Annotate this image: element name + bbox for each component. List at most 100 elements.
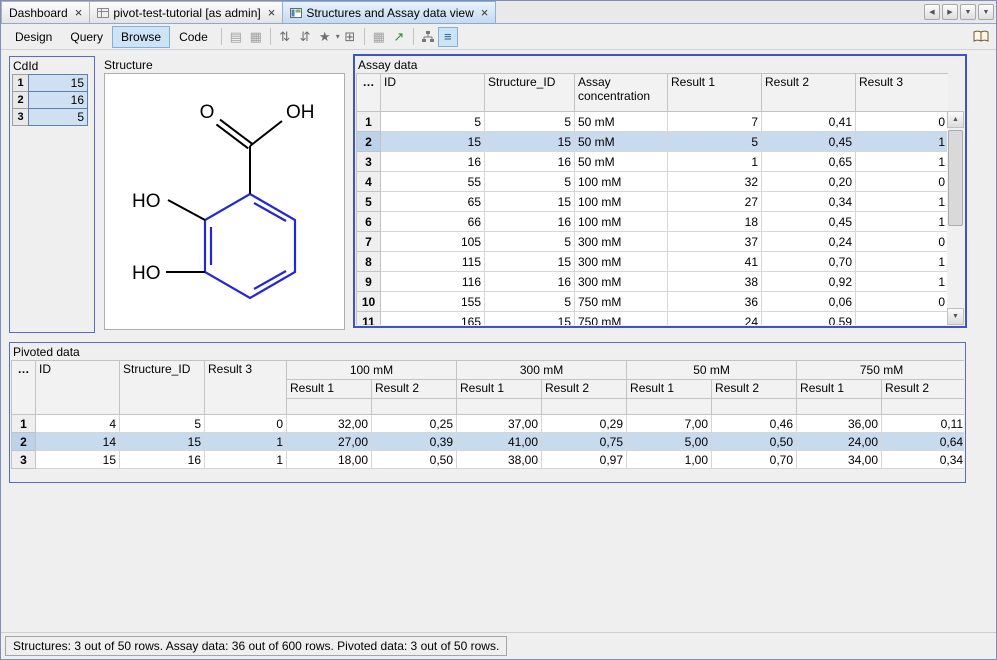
- assay-cell[interactable]: 1: [856, 252, 949, 272]
- assay-cell[interactable]: 0,92: [762, 272, 856, 292]
- assay-row[interactable]: 15550 mM70,410: [357, 112, 949, 132]
- pivot-cell[interactable]: 7,00: [627, 415, 712, 433]
- assay-cell[interactable]: 24: [668, 312, 762, 326]
- tab-structures-assay-data-view[interactable]: Structures and Assay data view ×: [282, 1, 496, 23]
- cdid-row[interactable]: 115: [12, 74, 94, 92]
- assay-cell[interactable]: 116: [381, 272, 485, 292]
- assay-row[interactable]: 1116515750 mM240,59: [357, 312, 949, 326]
- pivot-row-header[interactable]: 3: [12, 451, 36, 469]
- list-view-icon[interactable]: ≡: [438, 27, 458, 47]
- pivot-cell[interactable]: 24,00: [797, 433, 882, 451]
- pivot-cell[interactable]: 41,00: [457, 433, 542, 451]
- pivot-cell[interactable]: 16: [120, 451, 205, 469]
- assay-cell[interactable]: 37: [668, 232, 762, 252]
- pivot-cell[interactable]: 15: [120, 433, 205, 451]
- pivot-cell[interactable]: 0,70: [712, 451, 797, 469]
- pivot-cell[interactable]: 0: [205, 415, 287, 433]
- assay-cell[interactable]: 1: [856, 132, 949, 152]
- pivot-cell[interactable]: 1: [205, 433, 287, 451]
- pivot-column-header[interactable]: Result 3: [205, 361, 287, 415]
- sort-ascending-icon[interactable]: ⇅: [275, 27, 295, 47]
- help-book-icon[interactable]: [971, 27, 991, 47]
- assay-cell[interactable]: 65: [381, 192, 485, 212]
- pivot-cell[interactable]: 0,25: [372, 415, 457, 433]
- pivot-cell[interactable]: 0,29: [542, 415, 627, 433]
- assay-row-header[interactable]: 7: [357, 232, 381, 252]
- pivot-cell[interactable]: 32,00: [287, 415, 372, 433]
- assay-row-header[interactable]: 8: [357, 252, 381, 272]
- assay-corner-button[interactable]: …: [357, 74, 381, 112]
- assay-cell[interactable]: 0,45: [762, 212, 856, 232]
- pivot-column-header[interactable]: ID: [36, 361, 120, 415]
- assay-row[interactable]: 3161650 mM10,651: [357, 152, 949, 172]
- assay-cell[interactable]: 0,70: [762, 252, 856, 272]
- assay-cell[interactable]: 5: [381, 112, 485, 132]
- assay-cell[interactable]: 0: [856, 292, 949, 312]
- cdid-row-header[interactable]: 1: [12, 74, 29, 92]
- assay-cell[interactable]: 5: [485, 112, 575, 132]
- pivot-cell[interactable]: 38,00: [457, 451, 542, 469]
- new-view-icon[interactable]: ⊞: [340, 27, 360, 47]
- pivot-cell[interactable]: 27,00: [287, 433, 372, 451]
- assay-cell[interactable]: 0,06: [762, 292, 856, 312]
- pivot-subcolumn-header[interactable]: Result 2: [712, 380, 797, 399]
- pivot-subcolumn-header[interactable]: Result 1: [627, 380, 712, 399]
- assay-cell[interactable]: 115: [381, 252, 485, 272]
- cdid-cell[interactable]: 16: [28, 91, 88, 109]
- assay-cell[interactable]: 300 mM: [575, 272, 668, 292]
- close-icon[interactable]: ×: [481, 7, 489, 18]
- pivot-cell[interactable]: 5,00: [627, 433, 712, 451]
- assay-cell[interactable]: 0: [856, 232, 949, 252]
- pivot-subcolumn-header[interactable]: Result 2: [882, 380, 964, 399]
- scroll-down-button[interactable]: ▼: [947, 308, 964, 325]
- assay-cell[interactable]: 5: [485, 232, 575, 252]
- code-mode-button[interactable]: Code: [170, 26, 217, 48]
- assay-cell[interactable]: 16: [381, 152, 485, 172]
- assay-cell[interactable]: 300 mM: [575, 252, 668, 272]
- pivot-cell[interactable]: 0,97: [542, 451, 627, 469]
- assay-row-header[interactable]: 9: [357, 272, 381, 292]
- assay-cell[interactable]: 1: [856, 152, 949, 172]
- assay-cell[interactable]: 750 mM: [575, 312, 668, 326]
- pivot-subcolumn-header[interactable]: Result 2: [372, 380, 457, 399]
- cdid-row[interactable]: 35: [12, 108, 94, 126]
- cdid-row[interactable]: 216: [12, 91, 94, 109]
- export-icon[interactable]: ↗: [389, 27, 409, 47]
- assay-row-header[interactable]: 3: [357, 152, 381, 172]
- scroll-tabs-right-button[interactable]: ▶: [942, 4, 958, 20]
- assay-row-header[interactable]: 6: [357, 212, 381, 232]
- assay-cell[interactable]: 5: [668, 132, 762, 152]
- assay-cell[interactable]: 15: [381, 132, 485, 152]
- assay-column-header[interactable]: Result 1: [668, 74, 762, 112]
- pivot-cell[interactable]: 1: [205, 451, 287, 469]
- pivot-cell[interactable]: 36,00: [797, 415, 882, 433]
- assay-row[interactable]: 66616100 mM180,451: [357, 212, 949, 232]
- assay-row[interactable]: 4555100 mM320,200: [357, 172, 949, 192]
- assay-cell[interactable]: 50 mM: [575, 112, 668, 132]
- scroll-up-button[interactable]: ▲: [947, 111, 964, 128]
- cdid-cell[interactable]: 5: [28, 108, 88, 126]
- pivot-cell[interactable]: 1,00: [627, 451, 712, 469]
- pivot-subcolumn-header[interactable]: Result 2: [542, 380, 627, 399]
- assay-cell[interactable]: 50 mM: [575, 152, 668, 172]
- assay-row[interactable]: 71055300 mM370,240: [357, 232, 949, 252]
- close-icon[interactable]: ×: [268, 7, 276, 18]
- assay-row[interactable]: 811515300 mM410,701: [357, 252, 949, 272]
- assay-cell[interactable]: 32: [668, 172, 762, 192]
- opened-documents-dropdown-button[interactable]: ▼: [960, 4, 976, 20]
- assay-cell[interactable]: 15: [485, 132, 575, 152]
- assay-cell[interactable]: 165: [381, 312, 485, 326]
- assay-cell[interactable]: 16: [485, 152, 575, 172]
- assay-cell[interactable]: [856, 312, 949, 326]
- vertical-scrollbar[interactable]: ▲ ▼: [947, 111, 964, 325]
- assay-row-header[interactable]: 4: [357, 172, 381, 192]
- assay-cell[interactable]: 5: [485, 172, 575, 192]
- assay-cell[interactable]: 0,20: [762, 172, 856, 192]
- widgets-icon[interactable]: ▦: [369, 27, 389, 47]
- assay-cell[interactable]: 0,45: [762, 132, 856, 152]
- assay-cell[interactable]: 1: [856, 272, 949, 292]
- pivot-row[interactable]: 145032,000,2537,000,297,000,4636,000,11: [12, 415, 965, 433]
- assay-cell[interactable]: 15: [485, 252, 575, 272]
- pivot-cell[interactable]: 18,00: [287, 451, 372, 469]
- assay-column-header[interactable]: Result 3: [856, 74, 949, 112]
